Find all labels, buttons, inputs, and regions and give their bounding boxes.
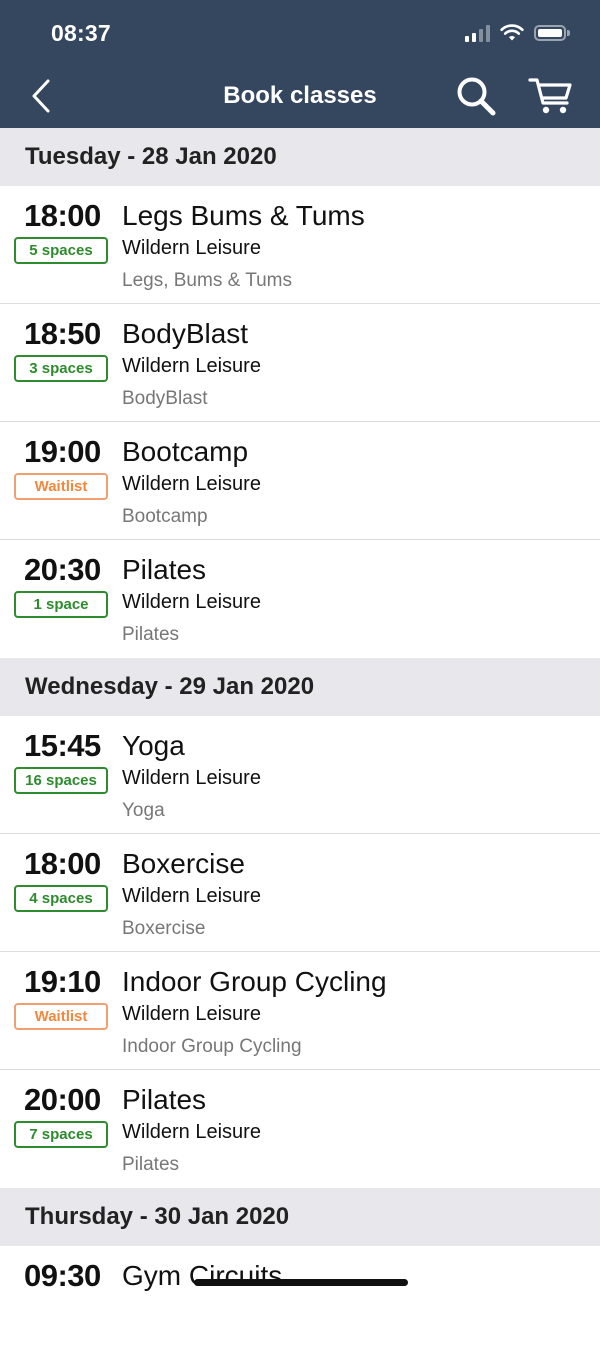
class-venue: Wildern Leisure [122, 473, 261, 495]
availability-badge: 16 spaces [14, 767, 108, 794]
class-time: 18:50 [24, 316, 101, 351]
availability-badge: 3 spaces [14, 355, 108, 382]
availability-badge: 5 spaces [14, 237, 108, 264]
class-subtitle: Bootcamp [122, 506, 208, 527]
class-subtitle: BodyBlast [122, 388, 208, 409]
class-time: 19:00 [24, 434, 101, 469]
day-header: Wednesday - 29 Jan 2020 [0, 658, 600, 716]
waitlist-badge: Waitlist [14, 473, 108, 500]
class-row[interactable]: 20:00 7 spaces Pilates Wildern Leisure P… [0, 1070, 600, 1188]
class-row[interactable]: 20:30 1 space Pilates Wildern Leisure Pi… [0, 540, 600, 658]
class-time: 19:10 [24, 964, 101, 999]
class-venue: Wildern Leisure [122, 591, 261, 613]
class-name: Bootcamp [122, 436, 249, 467]
class-subtitle: Indoor Group Cycling [122, 1036, 302, 1057]
status-time: 08:37 [51, 20, 111, 46]
page-title: Book classes [223, 82, 377, 109]
cart-icon[interactable] [528, 75, 574, 117]
availability-badge: 1 space [14, 591, 108, 618]
class-name: Boxercise [122, 848, 245, 879]
class-row[interactable]: 09:30 Gym Circuits [0, 1246, 600, 1364]
class-time: 15:45 [24, 728, 101, 763]
availability-badge: 7 spaces [14, 1121, 108, 1148]
class-subtitle: Boxercise [122, 918, 206, 939]
class-name: Pilates [122, 1084, 207, 1115]
class-venue: Wildern Leisure [122, 1003, 261, 1025]
class-time: 09:30 [24, 1258, 101, 1293]
class-row[interactable]: 19:00 Waitlist Bootcamp Wildern Leisure … [0, 422, 600, 540]
class-subtitle: Legs, Bums & Tums [122, 270, 293, 291]
signal-icon [465, 24, 490, 42]
search-icon[interactable] [455, 75, 497, 117]
day-header: Thursday - 30 Jan 2020 [0, 1188, 600, 1246]
availability-badge: 4 spaces [14, 885, 108, 912]
class-subtitle: Pilates [122, 1154, 180, 1175]
class-venue: Wildern Leisure [122, 1121, 261, 1143]
waitlist-badge: Waitlist [14, 1003, 108, 1030]
status-icons [465, 20, 570, 46]
class-name: Legs Bums & Tums [122, 200, 365, 231]
class-subtitle: Pilates [122, 624, 180, 645]
class-name: Yoga [122, 730, 185, 761]
home-indicator[interactable] [194, 1279, 408, 1286]
class-row[interactable]: 18:00 4 spaces Boxercise Wildern Leisure… [0, 834, 600, 952]
app-header: 08:37 Book classes [0, 0, 600, 128]
class-name: BodyBlast [122, 318, 249, 349]
class-venue: Wildern Leisure [122, 885, 261, 907]
class-time: 18:00 [24, 846, 101, 881]
class-row[interactable]: 15:45 16 spaces Yoga Wildern Leisure Yog… [0, 716, 600, 834]
class-subtitle: Yoga [122, 800, 165, 821]
class-row[interactable]: 18:50 3 spaces BodyBlast Wildern Leisure… [0, 304, 600, 422]
class-name: Gym Circuits [122, 1260, 283, 1291]
class-venue: Wildern Leisure [122, 767, 261, 789]
day-header: Tuesday - 28 Jan 2020 [0, 128, 600, 186]
battery-icon [534, 25, 570, 41]
class-time: 20:00 [24, 1082, 101, 1117]
wifi-icon [500, 24, 524, 41]
class-name: Pilates [122, 554, 207, 585]
class-list[interactable]: Tuesday - 28 Jan 2020 18:00 5 spaces Leg… [0, 128, 600, 1364]
class-name: Indoor Group Cycling [122, 966, 387, 997]
class-time: 20:30 [24, 552, 101, 587]
class-time: 18:00 [24, 198, 101, 233]
class-row[interactable]: 19:10 Waitlist Indoor Group Cycling Wild… [0, 952, 600, 1070]
class-venue: Wildern Leisure [122, 237, 261, 259]
class-venue: Wildern Leisure [122, 355, 261, 377]
class-row[interactable]: 18:00 5 spaces Legs Bums & Tums Wildern … [0, 186, 600, 304]
